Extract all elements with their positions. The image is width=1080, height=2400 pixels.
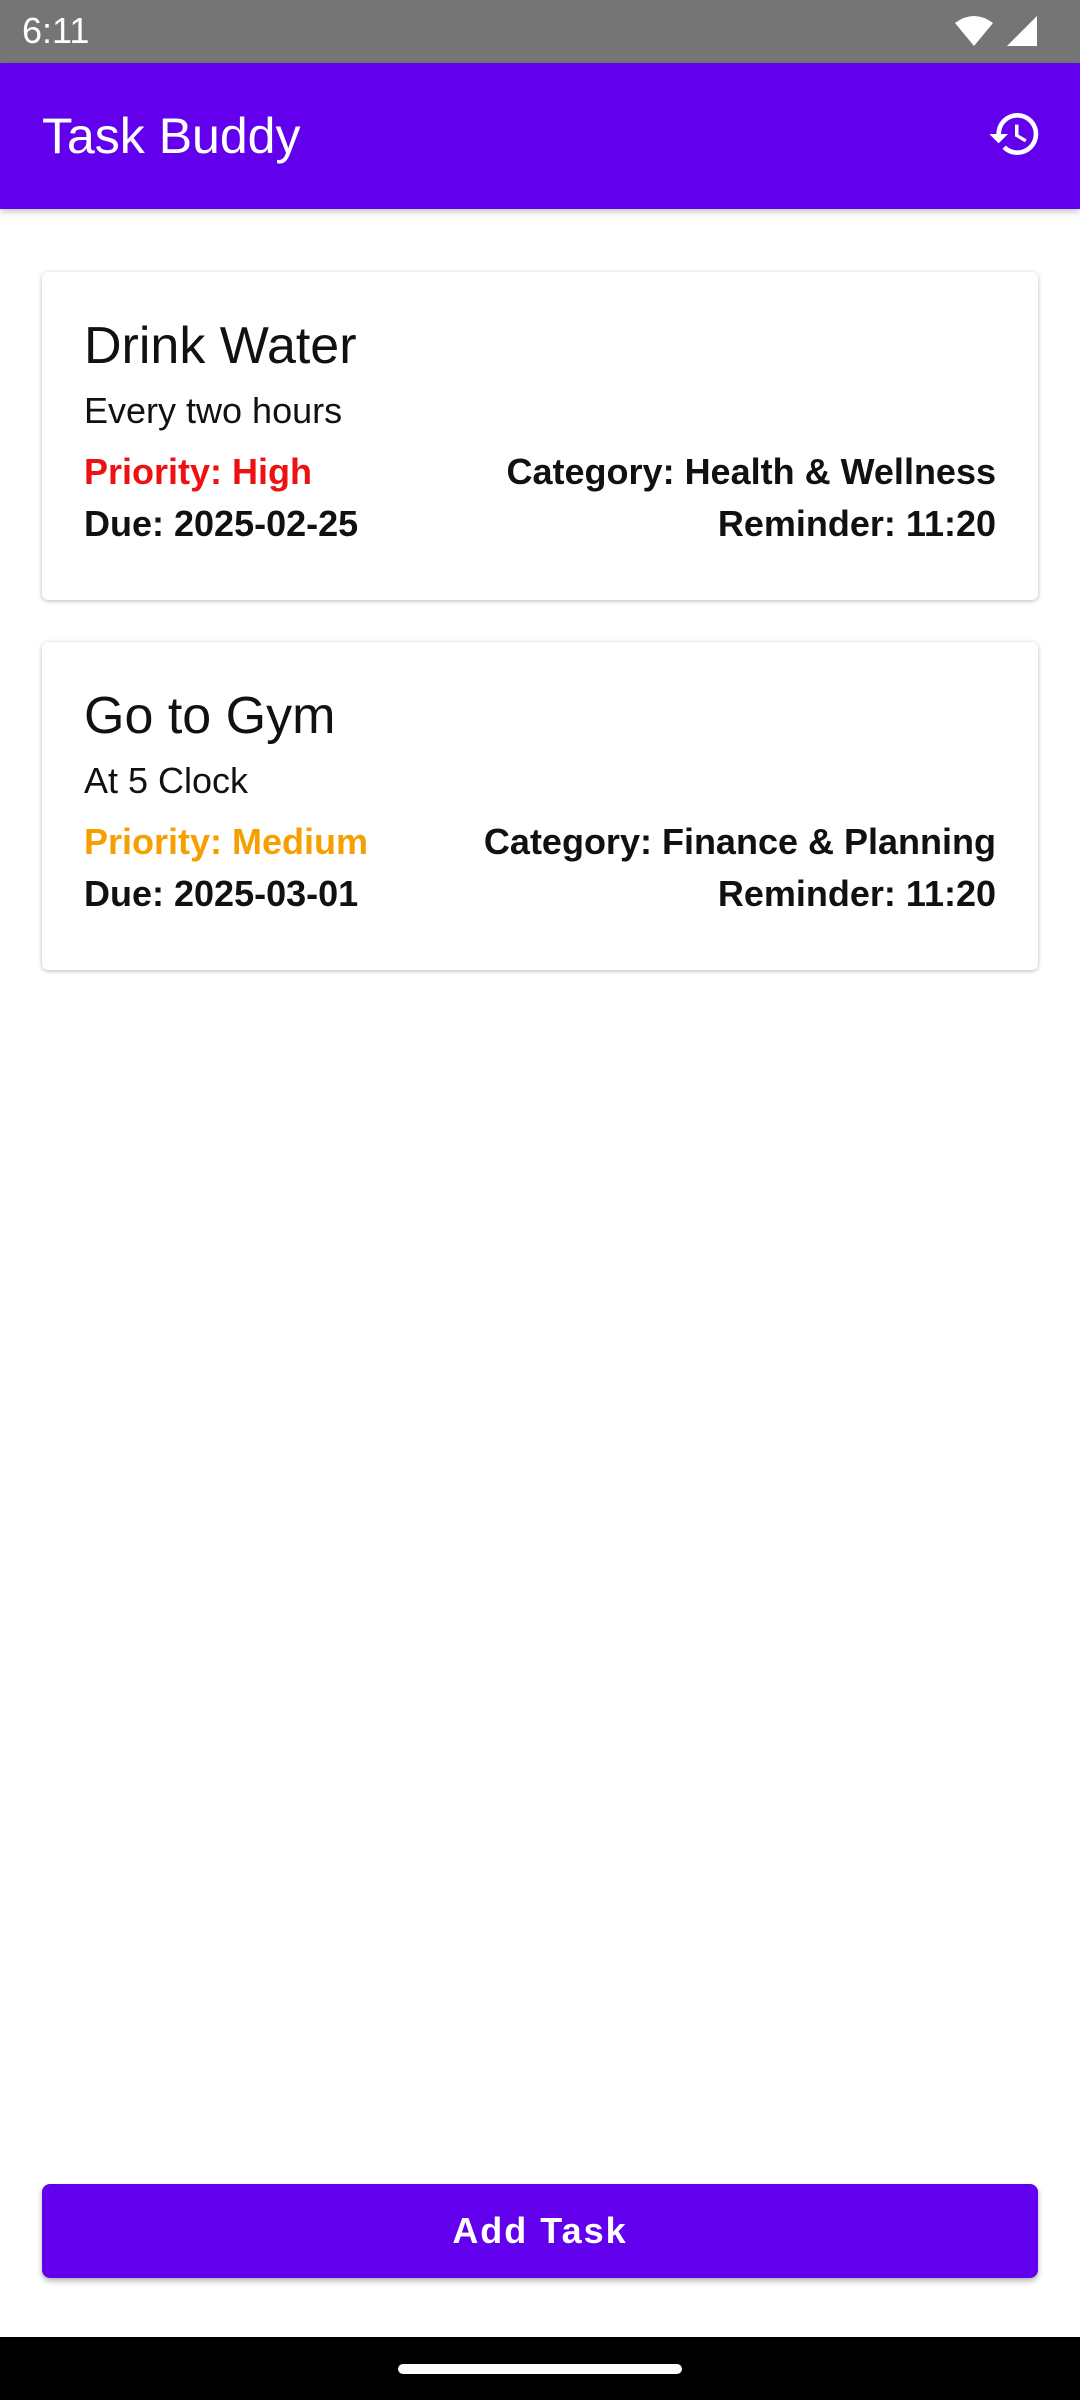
task-priority: Priority: Medium	[84, 821, 369, 862]
task-schedule-row: Due: 2025-03-01 Reminder: 11:20	[84, 868, 996, 920]
home-indicator[interactable]	[398, 2364, 682, 2374]
task-card[interactable]: Go to Gym At 5 Clock Priority: Medium Ca…	[42, 642, 1038, 970]
task-meta-row: Priority: Medium Category: Finance & Pla…	[84, 816, 996, 868]
task-due-date: Due: 2025-03-01	[84, 873, 359, 914]
task-description: At 5 Clock	[84, 760, 249, 801]
navigation-bar	[0, 2337, 1080, 2400]
status-icons	[954, 13, 1038, 49]
task-category: Category: Finance & Planning	[483, 821, 996, 862]
task-title: Drink Water	[84, 317, 357, 375]
task-meta-row: Priority: High Category: Health & Wellne…	[84, 446, 996, 498]
task-category: Category: Health & Wellness	[506, 451, 996, 492]
task-schedule-row: Due: 2025-02-25 Reminder: 11:20	[84, 498, 996, 550]
history-button[interactable]	[978, 99, 1052, 173]
add-task-button[interactable]: Add Task	[42, 2184, 1038, 2278]
status-time: 6:11	[22, 10, 90, 51]
task-reminder: Reminder: 11:20	[717, 503, 996, 544]
task-reminder: Reminder: 11:20	[717, 873, 996, 914]
task-title: Go to Gym	[84, 687, 336, 745]
task-priority: Priority: High	[84, 451, 313, 492]
task-due-date: Due: 2025-02-25	[84, 503, 359, 544]
task-list: Drink Water Every two hours Priority: Hi…	[42, 272, 1038, 1012]
history-icon	[987, 106, 1043, 167]
wifi-icon	[954, 15, 994, 47]
status-bar: 6:11	[0, 0, 1080, 63]
app-bar: Task Buddy	[0, 63, 1080, 209]
app-title: Task Buddy	[42, 108, 301, 164]
signal-icon	[1006, 15, 1038, 47]
task-description: Every two hours	[84, 390, 343, 431]
task-card[interactable]: Drink Water Every two hours Priority: Hi…	[42, 272, 1038, 600]
